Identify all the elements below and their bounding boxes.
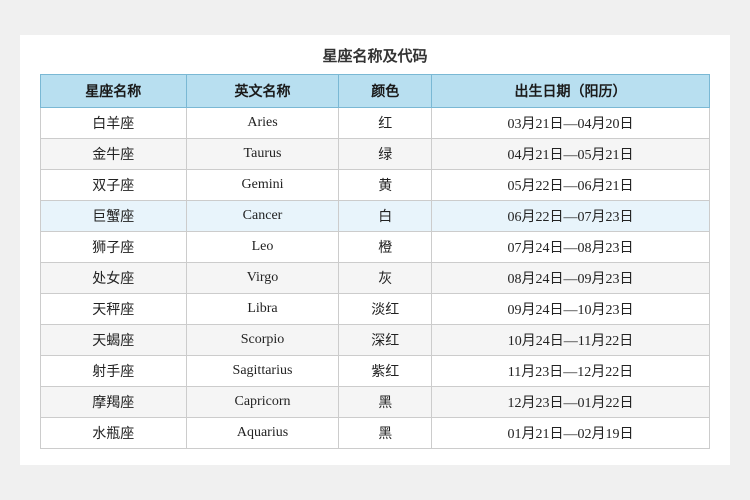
cell-english: Aquarius — [186, 418, 339, 449]
cell-color: 白 — [339, 201, 432, 232]
cell-english: Virgo — [186, 263, 339, 294]
cell-dates: 10月24日—11月22日 — [432, 325, 710, 356]
cell-chinese: 白羊座 — [41, 108, 187, 139]
cell-dates: 09月24日—10月23日 — [432, 294, 710, 325]
cell-chinese: 天秤座 — [41, 294, 187, 325]
cell-color: 绿 — [339, 139, 432, 170]
table-row: 处女座Virgo灰08月24日—09月23日 — [41, 263, 710, 294]
cell-chinese: 射手座 — [41, 356, 187, 387]
cell-english: Scorpio — [186, 325, 339, 356]
cell-chinese: 金牛座 — [41, 139, 187, 170]
main-container: 星座名称及代码 星座名称 英文名称 颜色 出生日期（阳历） 白羊座Aries红0… — [20, 35, 730, 465]
cell-color: 灰 — [339, 263, 432, 294]
cell-english: Libra — [186, 294, 339, 325]
cell-color: 淡红 — [339, 294, 432, 325]
cell-chinese: 水瓶座 — [41, 418, 187, 449]
cell-color: 黑 — [339, 418, 432, 449]
table-row: 射手座Sagittarius紫红11月23日—12月22日 — [41, 356, 710, 387]
cell-dates: 01月21日—02月19日 — [432, 418, 710, 449]
table-row: 巨蟹座Cancer白06月22日—07月23日 — [41, 201, 710, 232]
cell-chinese: 处女座 — [41, 263, 187, 294]
table-header-row: 星座名称 英文名称 颜色 出生日期（阳历） — [41, 75, 710, 108]
cell-chinese: 狮子座 — [41, 232, 187, 263]
cell-dates: 03月21日—04月20日 — [432, 108, 710, 139]
cell-english: Aries — [186, 108, 339, 139]
cell-color: 深红 — [339, 325, 432, 356]
cell-english: Sagittarius — [186, 356, 339, 387]
cell-dates: 05月22日—06月21日 — [432, 170, 710, 201]
table-row: 摩羯座Capricorn黑12月23日—01月22日 — [41, 387, 710, 418]
col-header-chinese: 星座名称 — [41, 75, 187, 108]
table-row: 双子座Gemini黄05月22日—06月21日 — [41, 170, 710, 201]
cell-english: Cancer — [186, 201, 339, 232]
cell-dates: 06月22日—07月23日 — [432, 201, 710, 232]
table-row: 水瓶座Aquarius黑01月21日—02月19日 — [41, 418, 710, 449]
page-title: 星座名称及代码 — [40, 45, 710, 66]
col-header-english: 英文名称 — [186, 75, 339, 108]
cell-english: Capricorn — [186, 387, 339, 418]
cell-english: Leo — [186, 232, 339, 263]
cell-english: Taurus — [186, 139, 339, 170]
cell-color: 黄 — [339, 170, 432, 201]
cell-color: 黑 — [339, 387, 432, 418]
cell-dates: 11月23日—12月22日 — [432, 356, 710, 387]
cell-color: 红 — [339, 108, 432, 139]
cell-color: 紫红 — [339, 356, 432, 387]
zodiac-table: 星座名称 英文名称 颜色 出生日期（阳历） 白羊座Aries红03月21日—04… — [40, 74, 710, 449]
table-row: 天秤座Libra淡红09月24日—10月23日 — [41, 294, 710, 325]
cell-chinese: 巨蟹座 — [41, 201, 187, 232]
cell-color: 橙 — [339, 232, 432, 263]
table-row: 白羊座Aries红03月21日—04月20日 — [41, 108, 710, 139]
cell-dates: 12月23日—01月22日 — [432, 387, 710, 418]
col-header-dates: 出生日期（阳历） — [432, 75, 710, 108]
cell-chinese: 摩羯座 — [41, 387, 187, 418]
cell-chinese: 双子座 — [41, 170, 187, 201]
cell-dates: 07月24日—08月23日 — [432, 232, 710, 263]
cell-english: Gemini — [186, 170, 339, 201]
table-row: 狮子座Leo橙07月24日—08月23日 — [41, 232, 710, 263]
cell-chinese: 天蝎座 — [41, 325, 187, 356]
table-row: 金牛座Taurus绿04月21日—05月21日 — [41, 139, 710, 170]
col-header-color: 颜色 — [339, 75, 432, 108]
table-row: 天蝎座Scorpio深红10月24日—11月22日 — [41, 325, 710, 356]
cell-dates: 04月21日—05月21日 — [432, 139, 710, 170]
cell-dates: 08月24日—09月23日 — [432, 263, 710, 294]
